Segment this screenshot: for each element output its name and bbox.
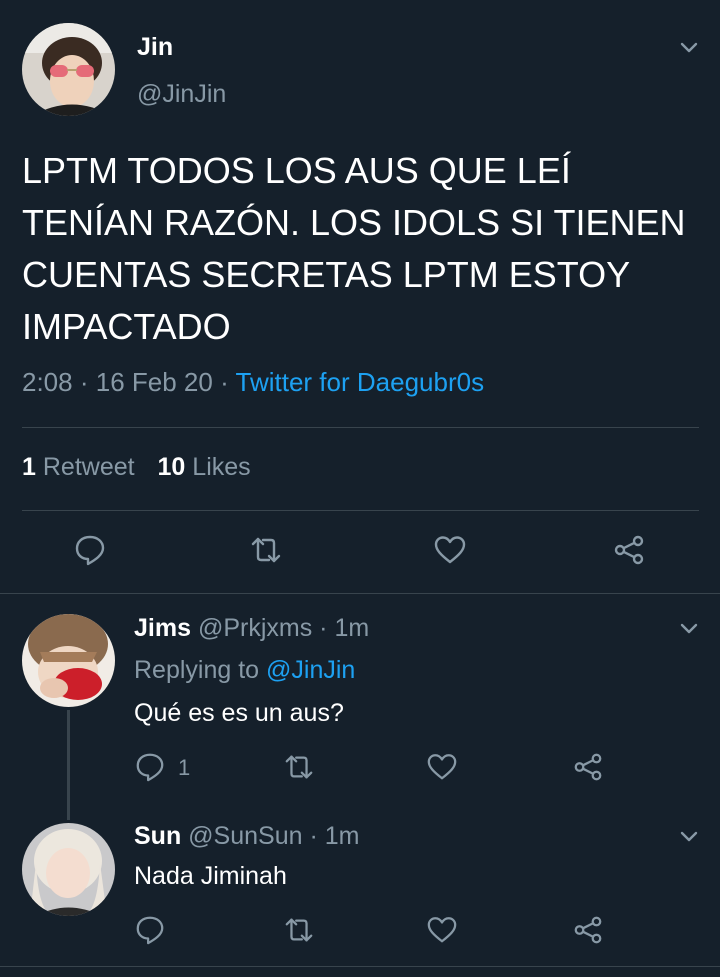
share-icon[interactable] [572, 751, 604, 783]
retweet-icon[interactable] [283, 751, 315, 783]
replying-to-link[interactable]: @JinJin [266, 656, 355, 684]
tweet-text: LPTM TODOS LOS AUS QUE LEÍ TENÍAN RAZÓN.… [22, 150, 686, 347]
heart-icon[interactable] [426, 751, 458, 783]
reply-author-handle[interactable]: @Prkjxms [198, 614, 312, 642]
avatar-jims[interactable] [22, 614, 115, 707]
retweet-count: 1 [22, 453, 36, 481]
reply-author-name[interactable]: Sun [134, 822, 181, 850]
reply-header: Jims @Prkjxms · 1m [134, 614, 369, 643]
chevron-down-icon[interactable] [678, 36, 700, 58]
separator: · [309, 822, 318, 850]
like-label: Likes [192, 453, 251, 481]
author-name[interactable]: Jin [137, 33, 173, 62]
tweet-source-link[interactable]: Twitter for Daegubr0s [236, 367, 485, 397]
thread-line [67, 710, 70, 820]
chevron-down-icon[interactable] [678, 617, 700, 639]
replying-to-label: Replying to [134, 656, 260, 684]
chevron-down-icon[interactable] [678, 825, 700, 847]
heart-icon[interactable] [433, 533, 467, 567]
separator: · [220, 367, 229, 397]
retweet-icon[interactable] [249, 533, 283, 567]
retweets-stat[interactable]: 1 Retweet [22, 453, 142, 481]
engagement-stats: 1 Retweet 10 Likes [22, 453, 251, 482]
reply-author-name[interactable]: Jims [134, 614, 191, 642]
reply-text: Qué es es un aus? [134, 699, 344, 727]
reply-icon[interactable] [134, 751, 166, 783]
reply-icon[interactable] [73, 533, 107, 567]
reply-time: 1m [334, 614, 370, 642]
author-handle[interactable]: @JinJin [137, 80, 226, 109]
tweet-meta: 2:08 · 16 Feb 20 · Twitter for Daegubr0s [22, 367, 484, 398]
tweet-time: 2:08 [22, 367, 73, 397]
reply-text: Nada Jiminah [134, 862, 287, 890]
avatar-sun[interactable] [22, 823, 115, 916]
replying-to-line: Replying to @JinJin [134, 656, 355, 685]
share-icon[interactable] [612, 533, 646, 567]
retweet-icon[interactable] [283, 914, 315, 946]
tweet-date: 16 Feb 20 [95, 367, 213, 397]
divider [0, 593, 720, 594]
reply-author-handle[interactable]: @SunSun [188, 822, 302, 850]
retweet-label: Retweet [42, 453, 135, 481]
avatar-jin[interactable] [22, 23, 115, 116]
divider [0, 966, 720, 967]
heart-icon[interactable] [426, 914, 458, 946]
reply-header: Sun @SunSun · 1m [134, 822, 359, 851]
reply-icon[interactable] [134, 914, 166, 946]
like-count: 10 [157, 453, 186, 481]
share-icon[interactable] [572, 914, 604, 946]
separator: · [79, 367, 89, 397]
divider [22, 510, 699, 511]
likes-stat[interactable]: 10 Likes [158, 453, 251, 481]
separator: · [319, 614, 328, 642]
reply-time: 1m [324, 822, 360, 850]
divider [22, 427, 699, 428]
reply-count: 1 [178, 755, 191, 780]
